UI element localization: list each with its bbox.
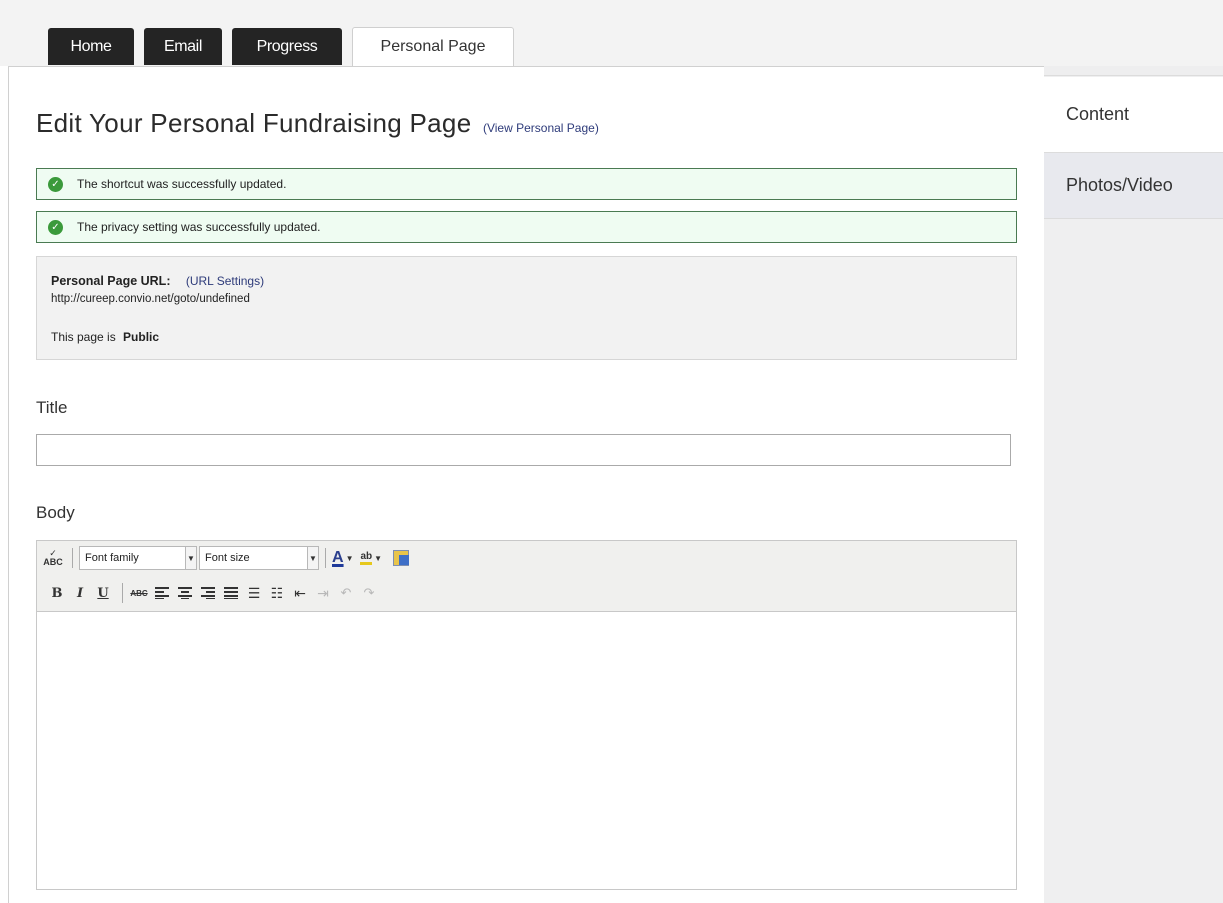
check-circle-icon: ✓ <box>48 219 63 235</box>
view-personal-page-link[interactable]: (View Personal Page) <box>483 121 599 135</box>
align-justify-button[interactable] <box>221 582 241 604</box>
highlight-color-button[interactable]: ab ▼ <box>360 547 386 569</box>
url-label-row: Personal Page URL: (URL Settings) <box>51 274 264 288</box>
tab-home[interactable]: Home <box>48 28 134 65</box>
chevron-down-icon: ▼ <box>374 553 383 563</box>
font-color-button[interactable]: A ▼ <box>332 547 357 569</box>
tab-progress[interactable]: Progress <box>232 28 342 65</box>
privacy-value: Public <box>123 330 160 344</box>
italic-button[interactable]: I <box>70 582 90 604</box>
check-circle-icon: ✓ <box>48 176 63 192</box>
indent-icon: ⇥ <box>317 584 329 601</box>
chevron-down-icon: ▼ <box>185 547 196 569</box>
outdent-button[interactable]: ⇤ <box>290 582 310 604</box>
bullet-list-button[interactable]: ☰ <box>244 582 264 604</box>
sidebar-item-label: Photos/Video <box>1066 175 1173 195</box>
editor-body-area[interactable] <box>37 613 1016 889</box>
personal-page-url-box: Personal Page URL: (URL Settings) http:/… <box>36 256 1017 360</box>
tab-bar: Home Email Progress Personal Page <box>48 27 514 66</box>
sidebar-item-photos-video[interactable]: Photos/Video <box>1044 152 1223 219</box>
toolbar-row-1: ✓ ABC Font family ▼ Font size ▼ A ▼ ab ▼ <box>43 544 412 572</box>
align-center-icon <box>178 587 192 599</box>
numbered-list-icon: ☷ <box>270 584 284 601</box>
indent-button[interactable]: ⇥ <box>313 582 333 604</box>
underline-button[interactable]: U <box>93 582 113 604</box>
url-label: Personal Page URL: <box>51 274 171 288</box>
font-family-label: Font family <box>85 552 139 564</box>
align-left-icon <box>155 587 169 599</box>
align-justify-icon <box>224 587 238 599</box>
chevron-down-icon: ▼ <box>345 553 354 563</box>
paste-word-icon <box>393 550 410 566</box>
undo-button[interactable]: ↶ <box>336 582 356 604</box>
sidebar-item-content[interactable]: Content <box>1044 77 1223 152</box>
sidebar-item-label: Content <box>1066 104 1130 124</box>
success-message-shortcut: ✓ The shortcut was successfully updated. <box>36 168 1017 200</box>
redo-icon: ↷ <box>363 585 375 600</box>
bullet-list-icon: ☰ <box>247 584 261 601</box>
highlight-icon: ab <box>360 551 373 565</box>
align-right-button[interactable] <box>198 582 218 604</box>
align-center-button[interactable] <box>175 582 195 604</box>
toolbar-separator <box>325 548 326 568</box>
strikethrough-button[interactable]: ABC <box>129 582 149 604</box>
toolbar-row-2: B I U ABC ☰ ☷ ⇤ ⇥ ↶ ↷ <box>47 579 382 607</box>
align-right-icon <box>201 587 215 599</box>
privacy-prefix: This page is <box>51 330 116 344</box>
paste-from-word-button[interactable] <box>389 547 410 569</box>
rich-text-editor: ✓ABC Font family ▼ Font size ▼ A ▼ ab ▼ <box>36 540 1017 890</box>
toolbar-separator <box>122 583 123 603</box>
font-family-select[interactable]: Font family ▼ <box>79 546 197 570</box>
success-message-text: The shortcut was successfully updated. <box>77 177 287 191</box>
chevron-down-icon: ▼ <box>307 547 318 569</box>
font-size-select[interactable]: Font size ▼ <box>199 546 319 570</box>
font-size-label: Font size <box>205 552 250 564</box>
outdent-icon: ⇤ <box>294 584 306 601</box>
right-sidebar: Content Photos/Video <box>1044 66 1223 903</box>
editor-toolbar: ✓ABC Font family ▼ Font size ▼ A ▼ ab ▼ <box>37 541 1016 612</box>
spellcheck-button[interactable]: ✓ ABC <box>43 547 63 569</box>
title-label: Title <box>36 398 68 417</box>
align-left-button[interactable] <box>152 582 172 604</box>
personal-page-url: http://cureep.convio.net/goto/undefined <box>51 293 250 305</box>
page-title: Edit Your Personal Fundraising Page (Vie… <box>36 108 599 139</box>
privacy-status: This page is Public <box>51 330 159 344</box>
numbered-list-button[interactable]: ☷ <box>267 582 287 604</box>
undo-icon: ↶ <box>340 585 352 600</box>
tab-email[interactable]: Email <box>144 28 222 65</box>
page-title-text: Edit Your Personal Fundraising Page <box>36 108 472 138</box>
spellcheck-icon: ✓ ABC <box>43 548 63 567</box>
redo-button[interactable]: ↷ <box>359 582 379 604</box>
bold-button[interactable]: B <box>47 582 67 604</box>
success-message-text: The privacy setting was successfully upd… <box>77 220 321 234</box>
sidebar-divider <box>1044 66 1223 76</box>
toolbar-separator <box>72 548 73 568</box>
font-color-icon: A <box>332 549 344 566</box>
content-border-top <box>8 66 1044 67</box>
content-border-left <box>8 66 9 903</box>
body-label: Body <box>36 503 75 522</box>
tab-personal-page[interactable]: Personal Page <box>352 27 514 66</box>
success-message-privacy: ✓ The privacy setting was successfully u… <box>36 211 1017 243</box>
title-input[interactable] <box>36 434 1011 466</box>
url-settings-link[interactable]: (URL Settings) <box>186 274 264 288</box>
spellcheck-text: ABC <box>43 557 63 567</box>
